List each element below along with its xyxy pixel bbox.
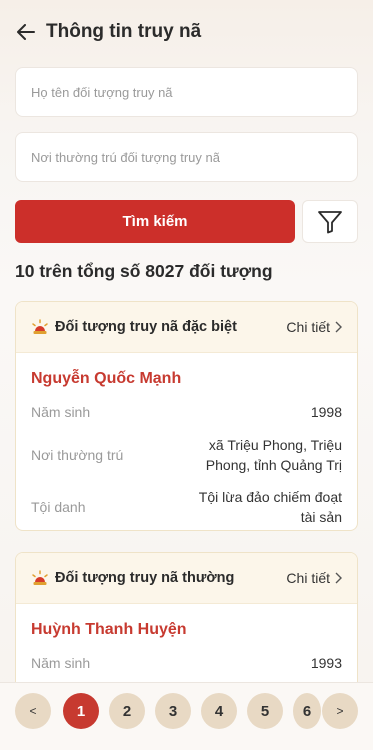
birth-year: 1998 — [310, 404, 342, 420]
birth-row: Năm sinh 1998 — [16, 402, 357, 422]
birth-year: 1993 — [310, 655, 342, 671]
crime-row: Tội danh Tội lừa đảo chiếm đoạt tài sản — [16, 487, 357, 527]
back-arrow-icon[interactable] — [14, 20, 38, 44]
card-header: Đối tượng truy nã thường Chi tiết — [16, 553, 357, 604]
address-value: xã Triệu Phong, Triệu Phong, tỉnh Quảng … — [205, 437, 342, 473]
page-title: Thông tin truy nã — [46, 21, 202, 42]
detail-label: Chi tiết — [286, 319, 330, 335]
chevron-right-icon — [335, 572, 342, 584]
address-row: Nơi thường trú xã Triệu Phong, Triệu Pho… — [16, 435, 357, 475]
wanted-card[interactable]: Đối tượng truy nã đặc biệt Chi tiết Nguy… — [15, 301, 358, 531]
page-button-5[interactable]: 5 — [247, 693, 283, 729]
prev-page-button[interactable]: < — [15, 693, 51, 729]
filter-button[interactable] — [302, 200, 358, 243]
birth-row: Năm sinh 1993 — [16, 653, 357, 673]
page-button-2[interactable]: 2 — [109, 693, 145, 729]
filter-icon — [318, 210, 342, 233]
chevron-right-icon — [335, 321, 342, 333]
person-name: Huỳnh Thanh Huyện — [31, 621, 187, 638]
detail-link[interactable]: Chi tiết — [286, 319, 342, 335]
search-button[interactable]: Tìm kiếm — [15, 200, 295, 243]
card-type: Đối tượng truy nã đặc biệt — [55, 319, 237, 335]
birth-label: Năm sinh — [31, 655, 91, 671]
page-button-6[interactable]: 6 — [293, 693, 321, 729]
card-type: Đối tượng truy nã thường — [55, 570, 235, 586]
address-search-input[interactable] — [15, 132, 358, 182]
address-label: Nơi thường trú — [31, 447, 124, 463]
birth-label: Năm sinh — [31, 404, 91, 420]
crime-label: Tội danh — [31, 499, 86, 515]
page-button-4[interactable]: 4 — [201, 693, 237, 729]
card-header: Đối tượng truy nã đặc biệt Chi tiết — [16, 302, 357, 353]
crime-value: Tội lừa đảo chiếm đoạt tài sản — [198, 489, 342, 525]
siren-icon — [31, 569, 49, 587]
next-page-button[interactable]: > — [322, 693, 358, 729]
name-search-input[interactable] — [15, 67, 358, 117]
app-header: Thông tin truy nã — [0, 0, 373, 64]
pagination-bar: < 1 2 3 4 5 6 > — [0, 682, 373, 750]
person-name: Nguyễn Quốc Mạnh — [31, 370, 182, 387]
detail-label: Chi tiết — [286, 570, 330, 586]
siren-icon — [31, 318, 49, 336]
result-count: 10 trên tổng số 8027 đối tượng — [15, 261, 273, 281]
page-button-1[interactable]: 1 — [63, 693, 99, 729]
detail-link[interactable]: Chi tiết — [286, 570, 342, 586]
page-button-3[interactable]: 3 — [155, 693, 191, 729]
